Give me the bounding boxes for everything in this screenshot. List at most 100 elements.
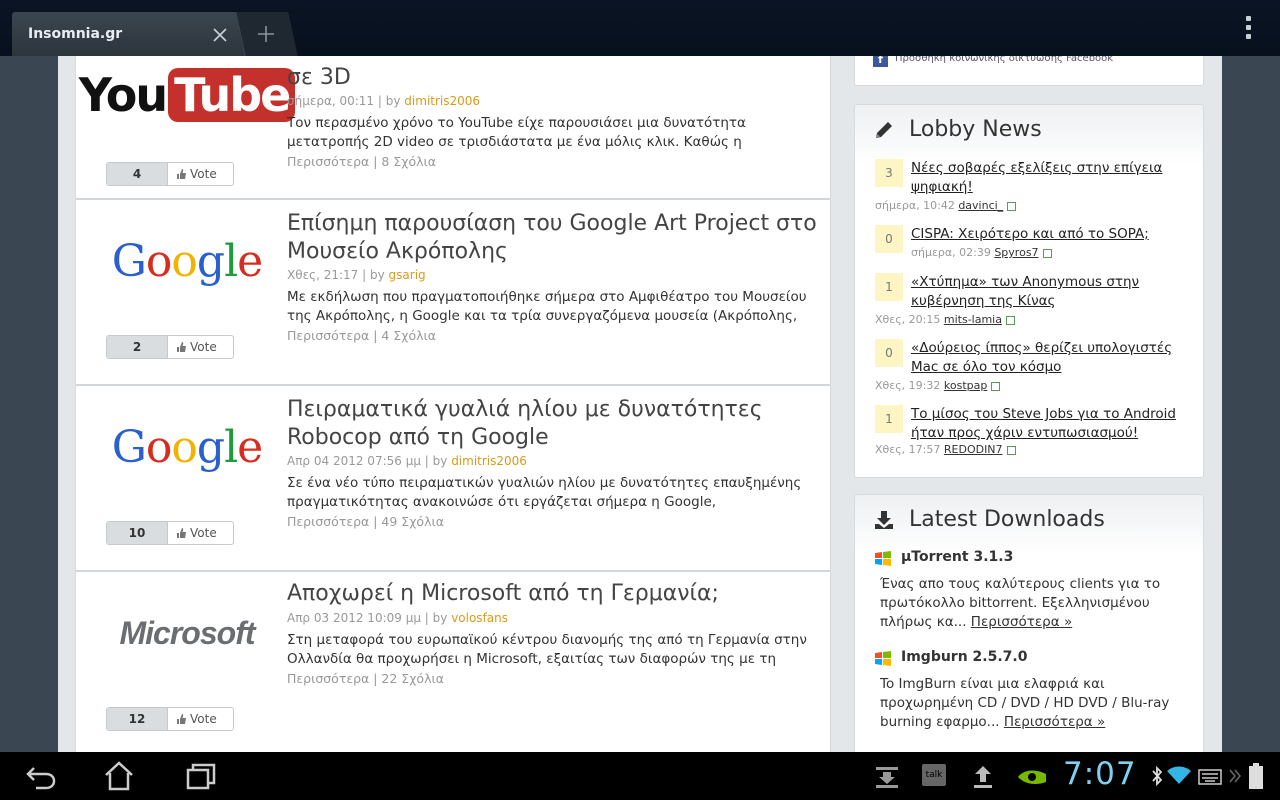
vote-button[interactable]: Vote: [168, 708, 233, 730]
news-comment-count: 3: [875, 159, 903, 187]
download-more-link[interactable]: Περισσότερα »: [971, 614, 1072, 630]
news-user-link[interactable]: davinci_: [958, 199, 1003, 212]
news-title-link[interactable]: Το μίσος του Steve Jobs για το Android ή…: [911, 405, 1201, 443]
chevron-right-icon: [1229, 769, 1242, 783]
thumb-up-icon: [177, 714, 186, 724]
recent-apps-icon[interactable]: [184, 760, 218, 792]
page-gutter-left: [0, 56, 58, 752]
wifi-icon: [1167, 766, 1191, 784]
news-meta: Χθες, 20:15 mits-lamia: [875, 313, 1015, 326]
facebook-box: f Προσθήκη κοινωνικής δικτύωσης Facebook: [854, 56, 1204, 86]
download-description: To ImgBurn είναι μια ελαφριά και προχωρη…: [880, 676, 1170, 730]
download-name-link[interactable]: Imgburn 2.5.7.0: [901, 649, 1027, 665]
article-more-link[interactable]: Περισσότερα | 49 Σχόλια: [287, 514, 444, 529]
article-title[interactable]: Αποχωρεί η Microsoft από τη Γερμανία;: [287, 580, 817, 608]
vote-widget: 2 Vote: [106, 335, 234, 359]
vote-button[interactable]: Vote: [168, 522, 233, 544]
article-item: Microsoft 12 Vote Αποχωρεί η Microsoft α…: [76, 570, 830, 752]
news-title-link[interactable]: CISPA: Χειρότερο και από το SOPA;: [911, 225, 1201, 244]
external-link-icon: [1042, 248, 1052, 258]
vote-widget: 10 Vote: [106, 521, 234, 545]
system-clock[interactable]: 7:07: [1063, 756, 1137, 792]
news-comment-count: 1: [875, 405, 903, 433]
latest-downloads-title: Latest Downloads: [909, 507, 1105, 532]
battery-icon: [1249, 763, 1263, 789]
article-meta: σήμερα, 00:11 | by dimitris2006: [287, 94, 481, 108]
lobby-news-title: Lobby News: [909, 117, 1042, 142]
article-more-link[interactable]: Περισσότερα | 22 Σχόλια: [287, 671, 444, 686]
thumb-up-icon: [177, 528, 186, 538]
download-icon: [875, 510, 893, 529]
external-link-icon: [1006, 445, 1016, 455]
home-icon[interactable]: [102, 760, 136, 792]
article-logo-google[interactable]: Google: [92, 226, 282, 296]
article-item: Google 2 Vote Επίσημη παρουσίαση του Goo…: [76, 198, 830, 386]
article-more-link[interactable]: Περισσότερα | 4 Σχόλια: [287, 328, 436, 343]
bluetooth-icon: [1152, 765, 1163, 787]
article-title[interactable]: Επίσημη παρουσίαση του Google Art Projec…: [287, 210, 817, 266]
news-meta: Χθες, 19:32 kostpap: [875, 379, 1001, 392]
vote-button[interactable]: Vote: [168, 163, 233, 185]
news-comment-count: 0: [875, 339, 903, 367]
web-page: You Tube 4 Vote σε 3D σήμερα, 00:11 | by…: [0, 56, 1280, 752]
article-more-link[interactable]: Περισσότερα | 8 Σχόλια: [287, 154, 436, 169]
news-user-link[interactable]: kostpap: [944, 379, 987, 392]
back-icon[interactable]: [24, 760, 58, 792]
article-author-link[interactable]: gsarig: [389, 268, 426, 282]
vote-count: 10: [107, 522, 168, 544]
article-excerpt: Τον περασμένο χρόνο το YouTube είχε παρο…: [287, 115, 746, 150]
article-author-link[interactable]: dimitris2006: [404, 94, 480, 108]
article-title[interactable]: Πειραματικά γυαλιά ηλίου με δυνατότητες …: [287, 396, 817, 452]
external-link-icon: [1005, 315, 1015, 325]
article-logo-microsoft[interactable]: Microsoft: [92, 598, 282, 668]
article-logo-youtube[interactable]: You Tube: [79, 60, 296, 130]
facebook-icon[interactable]: f: [873, 56, 888, 67]
vote-count: 4: [107, 163, 168, 185]
news-title-link[interactable]: «Χτύπημα» των Anonymous στην κυβέρνηση τ…: [911, 273, 1201, 311]
latest-downloads-header: Latest Downloads: [873, 507, 1105, 532]
news-user-link[interactable]: mits-lamia: [944, 313, 1002, 326]
news-meta: Χθες, 17:57 REDODIN7: [875, 443, 1016, 456]
article-logo-google[interactable]: Google: [92, 412, 282, 482]
plus-icon[interactable]: [256, 24, 276, 44]
download-more-link[interactable]: Περισσότερα »: [1004, 714, 1105, 730]
download-name-link[interactable]: µTorrent 3.1.3: [901, 549, 1013, 565]
talk-notification-icon[interactable]: talk: [922, 764, 946, 786]
news-user-link[interactable]: REDODIN7: [944, 443, 1003, 456]
upload-notification-icon[interactable]: [972, 764, 994, 790]
article-excerpt: Σε ένα νέο τύπο πειραματικών γυαλιών ηλί…: [287, 475, 802, 510]
thumb-up-icon: [177, 169, 186, 179]
news-meta: σήμερα, 02:39 Spyros7: [875, 246, 1052, 259]
vote-count: 12: [107, 708, 168, 730]
pencil-icon: [876, 121, 892, 138]
windows-flag-icon: [875, 551, 891, 566]
vote-button[interactable]: Vote: [168, 336, 233, 358]
article-author-link[interactable]: volosfans: [451, 611, 508, 625]
news-title-link[interactable]: Νέες σοβαρές εξελίξεις στην επίγεια ψηφι…: [911, 159, 1201, 197]
article-title[interactable]: σε 3D: [287, 64, 817, 92]
facebook-link[interactable]: Προσθήκη κοινωνικής δικτύωσης Facebook: [895, 56, 1113, 64]
system-navigation-bar: talk 7:07: [0, 752, 1280, 800]
article-item: Google 10 Vote Πειραματικά γυαλιά ηλίου …: [76, 384, 830, 572]
lobby-news-box: Lobby News 3 Νέες σοβαρές εξελίξεις στην…: [854, 104, 1204, 478]
keyboard-icon[interactable]: [1198, 764, 1222, 786]
news-user-link[interactable]: Spyros7: [994, 246, 1038, 259]
external-link-icon: [991, 381, 1001, 391]
close-tab-icon[interactable]: [211, 26, 229, 44]
article-meta: Απρ 03 2012 10:09 μμ | by volosfans: [287, 611, 508, 625]
overflow-menu-icon[interactable]: [1240, 16, 1256, 42]
article-item: You Tube 4 Vote σε 3D σήμερα, 00:11 | by…: [76, 56, 830, 200]
page-gutter-right: [1222, 56, 1280, 752]
lobby-news-header: Lobby News: [873, 117, 1042, 142]
news-title-link[interactable]: «Δούρειος ίππος» θερίζει υπολογιστές Mac…: [911, 339, 1201, 377]
vote-count: 2: [107, 336, 168, 358]
article-meta: Χθες, 21:17 | by gsarig: [287, 268, 426, 282]
vote-widget: 4 Vote: [106, 162, 234, 186]
download-notification-icon[interactable]: [874, 764, 900, 790]
browser-tab[interactable]: Insomnia.gr: [12, 12, 246, 56]
latest-downloads-box: Latest Downloads µTorrent 3.1.3 Ένας απο…: [854, 494, 1204, 752]
article-author-link[interactable]: dimitris2006: [451, 454, 527, 468]
thumb-up-icon: [177, 342, 186, 352]
article-excerpt: Στη μεταφορά του ευρωπαϊκού κέντρου διαν…: [287, 632, 807, 667]
nvidia-icon: [1018, 770, 1046, 785]
